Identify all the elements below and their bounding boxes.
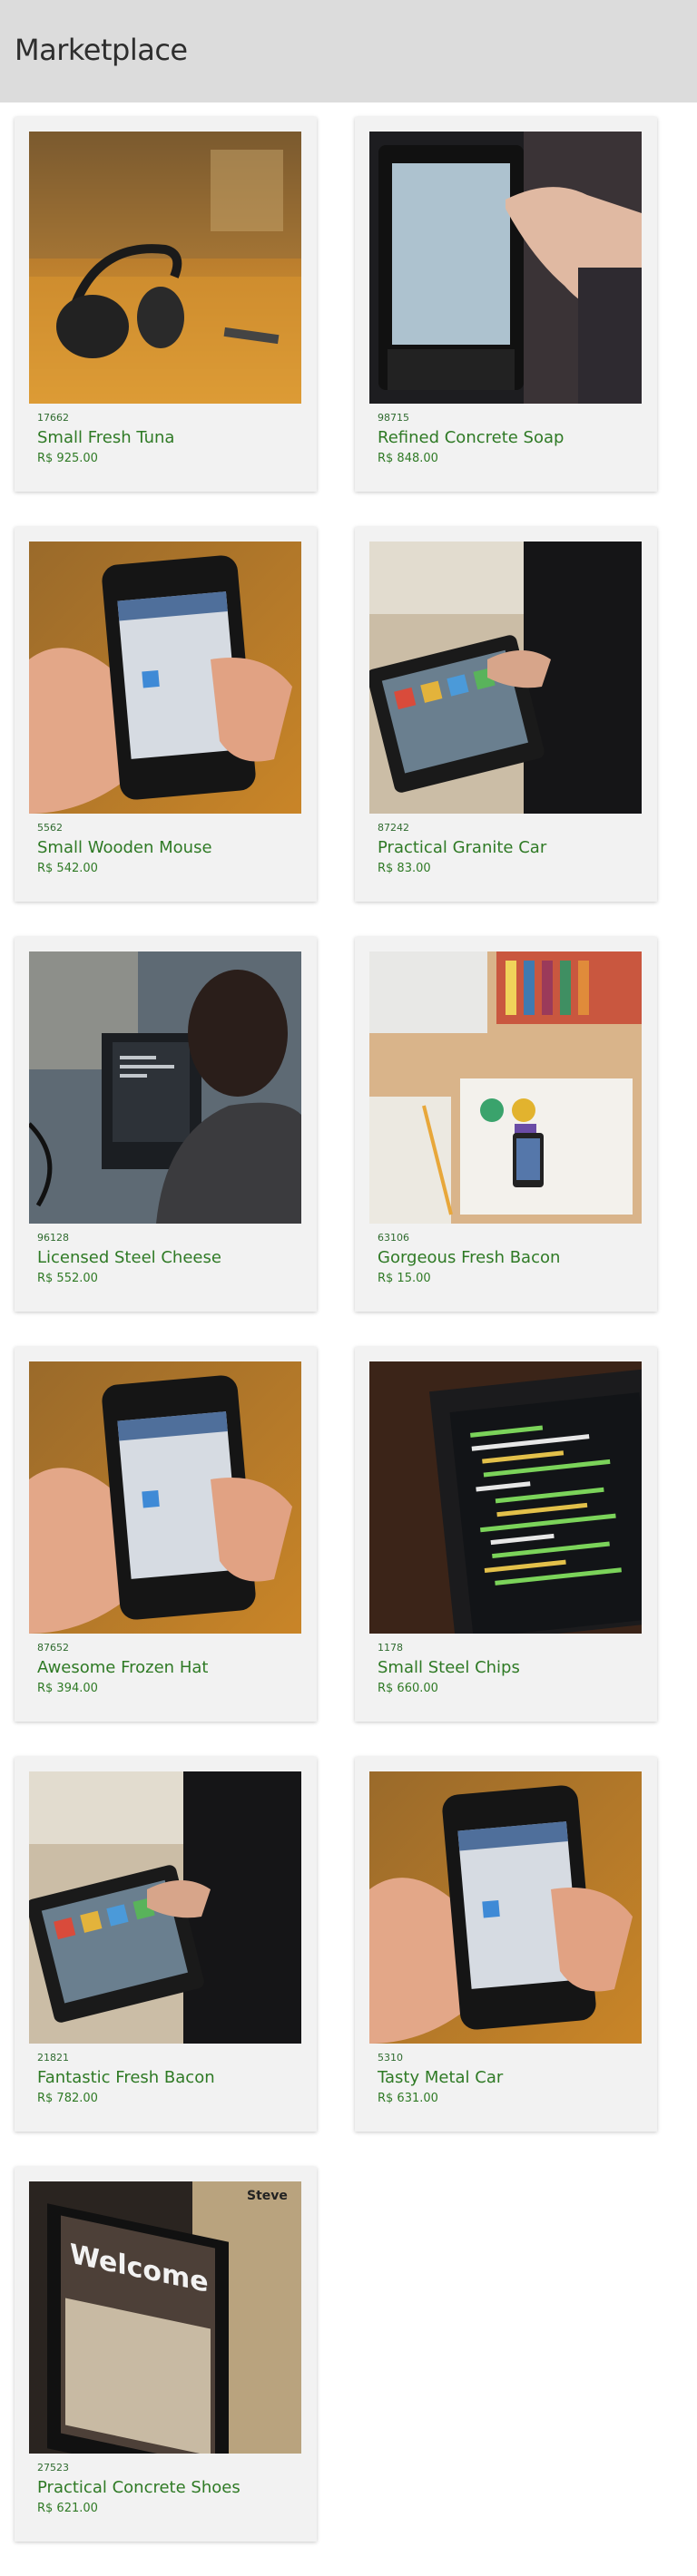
headphones-photo-icon [29,132,301,404]
phone-calendar-photo-icon [29,1361,301,1634]
product-name[interactable]: Small Wooden Mouse [37,838,212,857]
product-id: 63106 [378,1232,409,1244]
product-id: 87242 [378,822,409,834]
product-card[interactable]: 5310 Tasty Metal Car R$ 631.00 [355,1757,657,2132]
product-name[interactable]: Awesome Frozen Hat [37,1658,208,1677]
product-card[interactable]: 96128 Licensed Steel Cheese R$ 552.00 [15,937,317,1312]
product-name[interactable]: Small Fresh Tuna [37,428,174,447]
product-id: 5310 [378,2052,403,2064]
phone-calendar-photo-icon [369,1771,642,2044]
product-id: 21821 [37,2052,69,2064]
product-name[interactable]: Tasty Metal Car [378,2068,503,2087]
app-header: Marketplace [0,0,697,102]
product-id: 1178 [378,1642,403,1654]
laptop-coder-photo-icon [29,951,301,1224]
product-id: 87652 [37,1642,69,1654]
product-id: 17662 [37,412,69,424]
product-id: 98715 [378,412,409,424]
product-price: R$ 83.00 [378,862,431,875]
tablet-apps-photo-icon [29,1771,301,2044]
desk-flatlay-photo-icon [369,951,642,1224]
product-id: 96128 [37,1232,69,1244]
product-name[interactable]: Refined Concrete Soap [378,428,564,447]
product-price: R$ 660.00 [378,1682,438,1695]
product-card[interactable]: 1178 Small Steel Chips R$ 660.00 [355,1347,657,1722]
tablet-touch-photo-icon [369,132,642,404]
product-price: R$ 394.00 [37,1682,98,1695]
product-card[interactable]: 98715 Refined Concrete Soap R$ 848.00 [355,117,657,492]
product-name[interactable]: Fantastic Fresh Bacon [37,2068,215,2087]
product-card[interactable]: 5562 Small Wooden Mouse R$ 542.00 [15,527,317,902]
product-card[interactable]: 87652 Awesome Frozen Hat R$ 394.00 [15,1347,317,1722]
monitor-code-photo-icon [369,1361,642,1634]
product-id: 5562 [37,822,63,834]
product-id: 27523 [37,2462,69,2474]
product-card[interactable]: 63106 Gorgeous Fresh Bacon R$ 15.00 [355,937,657,1312]
product-name[interactable]: Gorgeous Fresh Bacon [378,1248,560,1267]
product-card[interactable]: 21821 Fantastic Fresh Bacon R$ 782.00 [15,1757,317,2132]
product-price: R$ 552.00 [37,1272,98,1285]
product-name[interactable]: Practical Concrete Shoes [37,2478,241,2497]
product-name[interactable]: Practical Granite Car [378,838,546,857]
product-card[interactable]: Welcome Steve 27523 Practical Concrete S… [15,2167,317,2542]
tablet-welcome-photo-icon: Welcome Steve [29,2181,301,2454]
product-price: R$ 542.00 [37,862,98,875]
welcome-screen-author: Steve [247,2189,288,2203]
product-price: R$ 848.00 [378,452,438,465]
product-card[interactable]: 17662 Small Fresh Tuna R$ 925.00 [15,117,317,492]
product-price: R$ 15.00 [378,1272,431,1285]
product-price: R$ 631.00 [378,2092,438,2105]
product-price: R$ 925.00 [37,452,98,465]
product-name[interactable]: Licensed Steel Cheese [37,1248,221,1267]
phone-calendar-photo-icon [29,542,301,814]
page-title: Marketplace [15,33,188,67]
product-price: R$ 782.00 [37,2092,98,2105]
tablet-apps-photo-icon [369,542,642,814]
product-name[interactable]: Small Steel Chips [378,1658,520,1677]
product-price: R$ 621.00 [37,2502,98,2515]
product-card[interactable]: 87242 Practical Granite Car R$ 83.00 [355,527,657,902]
